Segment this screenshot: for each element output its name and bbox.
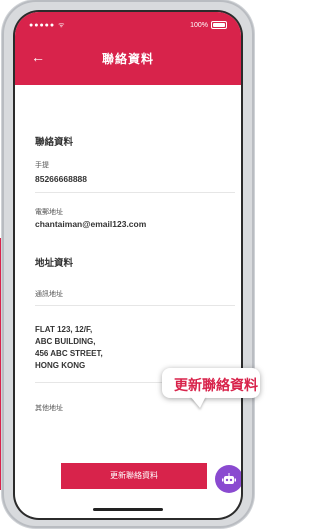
mailing-address-value: FLAT 123, 12/F, ABC BUILDING, 456 ABC ST… bbox=[35, 324, 103, 372]
battery-icon bbox=[211, 21, 227, 29]
divider bbox=[35, 192, 235, 193]
chatbot-button[interactable] bbox=[215, 465, 241, 493]
divider bbox=[35, 305, 235, 306]
phone-frame: ●●●●● ᯤ 100% ← 聯絡資料 聯絡資料 手提 85266668888 … bbox=[2, 0, 254, 528]
phone-value: 85266668888 bbox=[35, 174, 88, 184]
mailing-address-label: 通訊地址 bbox=[35, 291, 63, 298]
home-indicator bbox=[93, 508, 163, 511]
phone-screen: ●●●●● ᯤ 100% ← 聯絡資料 聯絡資料 手提 85266668888 … bbox=[15, 12, 241, 518]
contact-content: 聯絡資料 手提 85266668888 電郵地址 chantaiman@emai… bbox=[15, 85, 241, 518]
address-line: 456 ABC STREET, bbox=[35, 349, 103, 358]
address-line: HONG KONG bbox=[35, 361, 86, 370]
phone-label: 手提 bbox=[35, 162, 49, 169]
address-line: FLAT 123, 12/F, bbox=[35, 325, 93, 334]
update-callout: 更新聯絡資料 bbox=[162, 368, 260, 398]
update-contact-button[interactable]: 更新聯絡資料 bbox=[61, 463, 207, 489]
page-title: 聯絡資料 bbox=[101, 52, 154, 66]
robot-icon bbox=[222, 473, 236, 484]
address-section-title: 地址資料 bbox=[35, 258, 74, 269]
address-line: ABC BUILDING, bbox=[35, 337, 96, 346]
battery-status: 100% bbox=[190, 21, 227, 29]
status-bar: ●●●●● ᯤ 100% bbox=[15, 19, 241, 33]
email-value: chantaiman@email123.com bbox=[35, 219, 147, 229]
email-label: 電郵地址 bbox=[35, 209, 63, 216]
callout-text: 更新聯絡資料 bbox=[174, 377, 258, 393]
battery-percent: 100% bbox=[190, 21, 208, 29]
signal-indicator: ●●●●● ᯤ bbox=[29, 22, 66, 29]
other-address-label: 其他地址 bbox=[35, 405, 63, 412]
callout-tail bbox=[190, 396, 206, 408]
app-header: ●●●●● ᯤ 100% ← 聯絡資料 bbox=[15, 12, 241, 85]
contact-section-title: 聯絡資料 bbox=[35, 137, 74, 148]
